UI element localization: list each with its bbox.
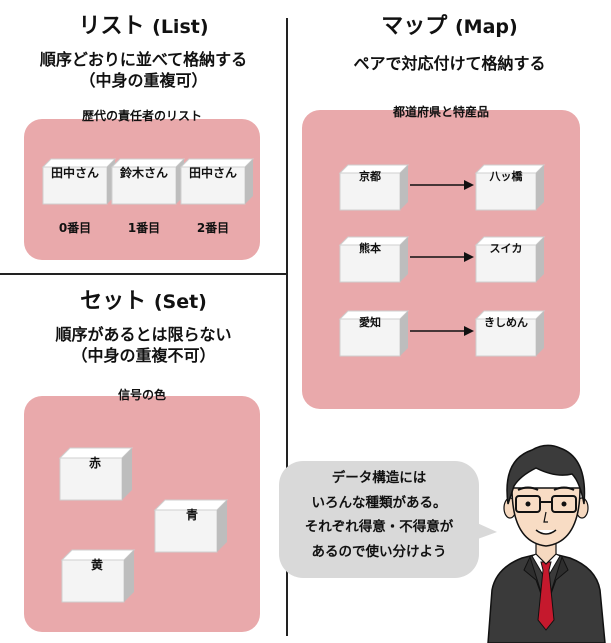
man-illustration (487, 444, 606, 643)
map-key-box: 京都 (338, 164, 410, 211)
map-title-en: (Map) (454, 16, 518, 38)
list-desc-line1: 順序どおりに並べて格納する (39, 50, 248, 69)
map-title: マップ (Map) (288, 8, 611, 40)
arrow-icon (410, 326, 474, 336)
horizontal-divider (0, 273, 287, 275)
arrow-icon (410, 252, 474, 262)
arrow-icon (410, 180, 474, 190)
speech-line: それぞれ得意・不得意が (304, 519, 454, 535)
list-title: リスト (List) (0, 8, 287, 40)
speech-line: データ構造には (331, 470, 427, 486)
set-title: セット (Set) (0, 283, 287, 315)
list-item-box: 鈴木さん (110, 158, 186, 205)
list-item-index: 2番目 (196, 221, 230, 235)
set-desc-line1: 順序があるとは限らない (55, 325, 232, 344)
list-title-ja: リスト (78, 14, 145, 39)
set-description: 順序があるとは限らない （中身の重複不可） (0, 324, 287, 366)
list-item-name: 田中さん (50, 166, 99, 180)
list-item-name: 鈴木さん (119, 166, 168, 180)
map-value-box: 八ッ橋 (474, 164, 546, 211)
set-item-label: 青 (185, 508, 198, 522)
list-desc-line2: （中身の重複可） (79, 71, 208, 90)
set-item-box: 黄 (60, 549, 136, 603)
map-value-label: きしめん (484, 316, 528, 329)
map-value-label: 八ッ橋 (489, 170, 523, 183)
map-value-box: きしめん (474, 310, 546, 357)
set-item-box: 青 (153, 499, 229, 553)
list-panel-label: 歴代の責任者のリスト (81, 109, 202, 123)
list-item-index: 0番目 (58, 221, 92, 235)
set-title-ja: セット (80, 289, 147, 314)
list-item-box: 田中さん (41, 158, 117, 205)
list-item-name: 田中さん (188, 166, 237, 180)
map-description: ペアで対応付けて格納する (353, 54, 546, 73)
list-item-index: 1番目 (127, 221, 161, 235)
map-panel-label: 都道府県と特産品 (392, 105, 489, 119)
set-item-label: 黄 (90, 558, 103, 572)
set-title-en: (Set) (153, 291, 207, 313)
list-title-en: (List) (152, 16, 209, 38)
speech-line: いろんな種類がある。 (311, 494, 447, 511)
set-desc-line2: （中身の重複不可） (71, 346, 216, 365)
list-description: 順序どおりに並べて格納する （中身の重複可） (0, 49, 287, 91)
map-key-box: 熊本 (338, 236, 410, 283)
list-item-box: 田中さん (179, 158, 255, 205)
map-key-label: 熊本 (359, 242, 381, 255)
speech-text: データ構造には いろんな種類がある。 それぞれ得意・不得意が あるので使い分けよ… (279, 466, 479, 564)
speech-line: あるので使い分けよう (311, 543, 447, 560)
set-item-box: 赤 (58, 447, 134, 501)
map-key-label: 京都 (359, 170, 381, 183)
set-panel-label: 信号の色 (117, 388, 166, 402)
set-item-label: 赤 (88, 456, 101, 470)
map-value-box: スイカ (474, 236, 546, 283)
map-key-label: 愛知 (359, 316, 381, 329)
map-key-box: 愛知 (338, 310, 410, 357)
map-value-label: スイカ (489, 242, 523, 255)
map-title-ja: マップ (381, 14, 448, 39)
